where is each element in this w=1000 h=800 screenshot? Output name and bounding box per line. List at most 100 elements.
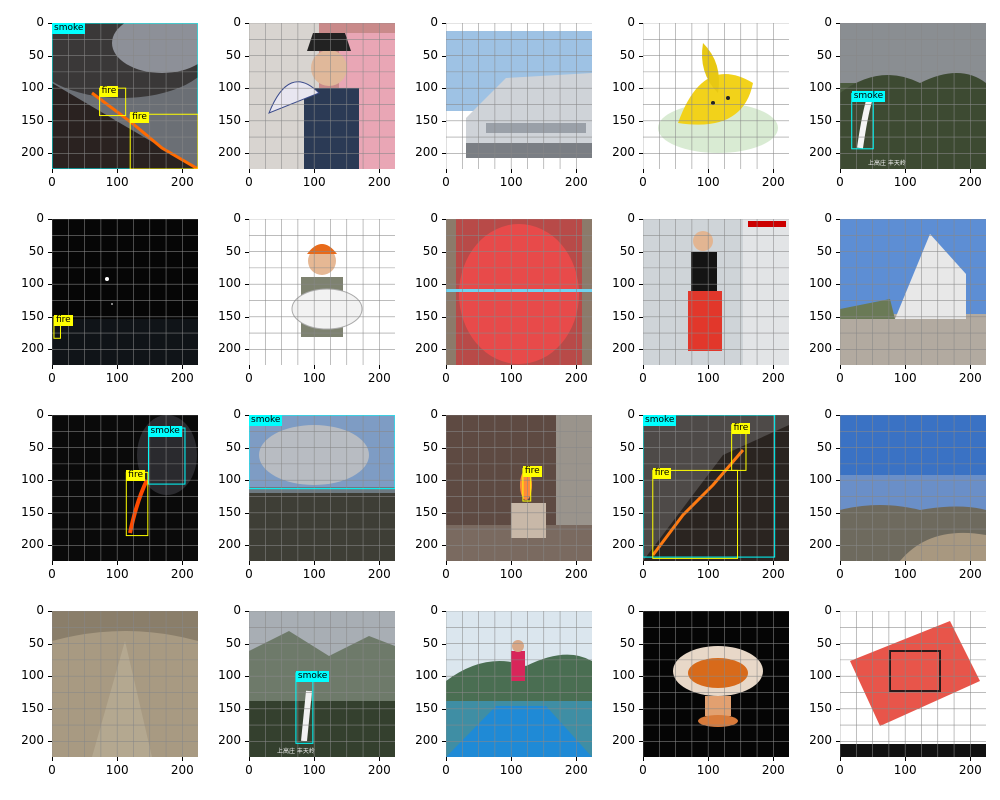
y-tick-label: 200 — [809, 341, 832, 356]
y-tick-mark — [245, 120, 249, 122]
image-panel-worker-holding-paper: 0 50 100 150 200 0 100 200 — [218, 211, 395, 385]
x-tick-label: 0 — [442, 567, 450, 581]
panel-image — [446, 23, 592, 169]
x-tick-label: 200 — [170, 175, 194, 189]
y-tick-mark — [836, 676, 840, 678]
x-tick-label: 200 — [367, 763, 391, 777]
x-tick-mark — [52, 365, 53, 369]
y-tick-label: 50 — [28, 439, 44, 454]
y-tick-label: 50 — [28, 243, 44, 258]
y-tick-mark — [442, 512, 446, 514]
x-tick-label: 0 — [245, 567, 253, 581]
y-tick-mark — [48, 349, 52, 351]
y-tick-mark — [442, 676, 446, 678]
x-tick-label: 200 — [367, 567, 391, 581]
x-tick-mark — [576, 169, 578, 173]
y-tick-label: 0 — [36, 603, 44, 617]
detection-boxes — [446, 611, 592, 757]
camera-stamp-text: 上高庄 丰天岭 — [277, 748, 315, 755]
panel-image: smoke 上高庄 丰天岭 — [249, 611, 395, 757]
x-tick-label: 200 — [761, 567, 785, 581]
y-tick-label: 0 — [627, 603, 635, 617]
fire-detection-box — [125, 471, 149, 537]
y-tick-label: 100 — [218, 80, 241, 95]
x-tick-mark — [708, 757, 710, 761]
x-tick-mark — [643, 169, 644, 173]
detection-boxes — [53, 316, 61, 339]
y-tick-label: 100 — [809, 80, 832, 95]
y-tick-label: 200 — [218, 733, 241, 748]
y-tick-mark — [245, 284, 249, 286]
y-tick-mark — [245, 512, 249, 514]
x-tick-label: 0 — [245, 175, 253, 189]
x-tick-mark — [117, 169, 119, 173]
y-tick-mark — [48, 643, 52, 645]
x-tick-label: 0 — [442, 371, 450, 385]
image-grid-figure: smoke fire fire 0 50 100 150 200 0 100 200 0 50 100 15… — [0, 0, 1000, 800]
panel-image: smoke fire fire — [52, 23, 198, 169]
y-tick-mark — [245, 153, 249, 155]
y-tick-mark — [639, 88, 643, 90]
x-tick-mark — [511, 365, 513, 369]
x-tick-mark — [511, 561, 513, 565]
y-tick-label: 0 — [430, 407, 438, 421]
y-tick-label: 200 — [415, 733, 438, 748]
x-tick-label: 100 — [696, 371, 720, 385]
y-tick-label: 200 — [612, 537, 635, 552]
x-tick-label: 200 — [367, 175, 391, 189]
y-tick-label: 100 — [612, 276, 635, 291]
panel-image: fire — [446, 415, 592, 561]
y-tick-mark — [836, 153, 840, 155]
y-tick-label: 50 — [422, 243, 438, 258]
x-tick-label: 200 — [367, 371, 391, 385]
y-tick-label: 50 — [816, 47, 832, 62]
y-tick-mark — [442, 708, 446, 710]
image-panel-blue-sky-mountains: 0 50 100 150 200 0 100 200 — [809, 407, 986, 581]
x-tick-label: 200 — [761, 371, 785, 385]
y-tick-mark — [836, 741, 840, 743]
y-tick-label: 150 — [809, 700, 832, 715]
y-tick-mark — [639, 611, 643, 612]
x-tick-label: 200 — [564, 763, 588, 777]
y-tick-label: 100 — [415, 276, 438, 291]
smoke-detection-label: smoke — [148, 426, 182, 438]
y-tick-mark — [442, 447, 446, 449]
x-tick-label: 100 — [893, 763, 917, 777]
y-tick-label: 200 — [21, 733, 44, 748]
y-tick-label: 0 — [233, 603, 241, 617]
x-tick-mark — [379, 757, 381, 761]
y-tick-label: 100 — [612, 472, 635, 487]
x-tick-mark — [773, 169, 775, 173]
x-tick-mark — [708, 169, 710, 173]
x-tick-mark — [182, 757, 184, 761]
y-tick-label: 50 — [619, 243, 635, 258]
image-panel-hillside-fire-line: smoke fire fire 0 50 100 150 200 0 100 200 — [612, 407, 789, 581]
y-tick-label: 50 — [225, 243, 241, 258]
image-panel-red-tub: 0 50 100 150 200 0 100 200 — [415, 211, 592, 385]
x-tick-mark — [52, 561, 53, 565]
x-tick-mark — [182, 169, 184, 173]
y-tick-mark — [245, 643, 249, 645]
y-tick-mark — [48, 545, 52, 547]
y-tick-mark — [48, 480, 52, 482]
panel-image — [52, 611, 198, 757]
y-tick-label: 0 — [233, 407, 241, 421]
y-tick-mark — [639, 284, 643, 286]
x-tick-label: 100 — [302, 175, 326, 189]
x-tick-label: 200 — [564, 371, 588, 385]
y-tick-label: 0 — [627, 211, 635, 225]
fire-detection-label: fire — [53, 314, 73, 326]
y-tick-label: 150 — [415, 112, 438, 127]
detection-boxes — [446, 219, 592, 365]
y-tick-mark — [639, 349, 643, 351]
y-tick-mark — [836, 708, 840, 710]
y-tick-label: 50 — [619, 439, 635, 454]
y-tick-mark — [442, 349, 446, 351]
y-tick-mark — [245, 676, 249, 678]
x-tick-mark — [511, 169, 513, 173]
y-tick-mark — [836, 545, 840, 547]
y-tick-label: 0 — [824, 211, 832, 225]
x-tick-mark — [52, 169, 53, 173]
y-tick-mark — [442, 611, 446, 612]
y-tick-label: 150 — [218, 112, 241, 127]
